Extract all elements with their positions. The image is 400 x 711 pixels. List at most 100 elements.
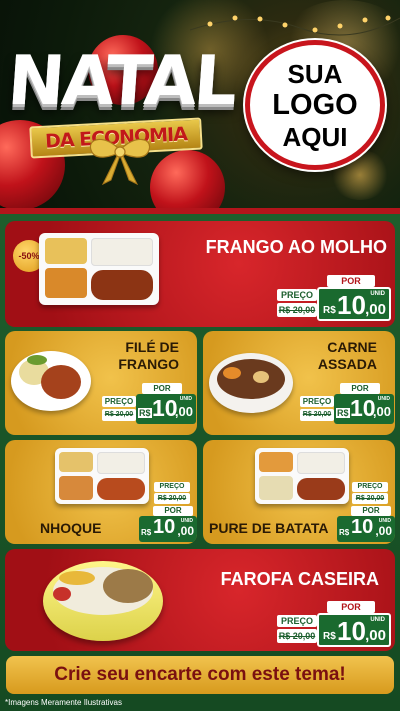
price-tag-old: PREÇO R$ 20,00 — [150, 478, 194, 506]
title-natal: NATAL — [5, 42, 238, 121]
price-tag: POR PREÇO R$ 20,00 R$ 10 UNID ,00 — [298, 383, 394, 427]
por-label: POR — [351, 506, 391, 516]
food-image — [39, 233, 159, 305]
logo-line: LOGO — [272, 88, 358, 121]
logo-line: SUA — [287, 58, 343, 89]
product-name: FRANGO AO MOLHO — [205, 237, 387, 257]
food-image — [43, 561, 163, 641]
food-puree — [259, 476, 293, 500]
product-name-line: CARNE — [327, 339, 377, 355]
gold-bow-icon — [89, 138, 151, 186]
old-price: R$ 20,00 — [277, 629, 317, 643]
price-tag-old: PREÇO R$ 20,00 — [348, 478, 392, 506]
product-card-pure-de-batata[interactable]: PREÇO R$ 20,00 PURE DE BATATA POR R$ 10 … — [203, 440, 395, 544]
food-side — [59, 452, 93, 472]
por-label: POR — [327, 275, 375, 287]
unit: UNID — [370, 617, 385, 623]
price-label: PREÇO — [352, 482, 388, 492]
product-name-line: FRANGO — [118, 356, 179, 372]
old-price: R$ 20,00 — [277, 303, 317, 317]
price-int: 10 — [351, 516, 374, 538]
product-card-nhoque[interactable]: PREÇO R$ 20,00 NHOQUE POR R$ 10 UNID ,00 — [5, 440, 197, 544]
product-name: PURE DE BATATA — [209, 520, 329, 536]
food-beans — [103, 569, 153, 603]
food-chicken — [91, 270, 153, 300]
currency: R$ — [141, 528, 152, 537]
price-dec: ,00 — [375, 524, 392, 538]
currency: R$ — [138, 408, 152, 418]
new-price-box: R$ 10 UNID ,00 — [317, 613, 391, 647]
food-rice — [91, 238, 153, 266]
food-corn — [59, 571, 95, 585]
cta-banner[interactable]: Crie seu encarte com este tema! — [6, 656, 394, 694]
ornament-ball — [150, 150, 225, 212]
price-tag: POR PREÇO R$ 20,00 R$ 10 UNID ,00 — [100, 383, 196, 427]
product-card-frango-ao-molho[interactable]: -50% FRANGO AO MOLHO POR PREÇO R$ 20,00 … — [5, 221, 395, 327]
food-chicken — [41, 365, 81, 399]
por-label: POR — [153, 506, 193, 516]
currency: R$ — [336, 408, 350, 418]
old-price: R$ 20,00 — [352, 493, 388, 504]
unit: UNID — [370, 291, 385, 297]
currency: R$ — [323, 305, 336, 316]
price-dec: ,00 — [365, 627, 386, 644]
food-side — [259, 452, 293, 472]
product-name: NHOQUE — [40, 520, 102, 536]
por-label: POR — [340, 383, 380, 394]
currency: R$ — [323, 631, 336, 642]
price-tag: POR PREÇO R$ 20,00 R$ 10 UNID ,00 — [275, 599, 393, 649]
price-int: 10 — [350, 395, 376, 421]
price-tag: POR R$ 10 UNID ,00 — [337, 506, 395, 542]
price-dec: ,00 — [174, 404, 193, 419]
product-name: FILÉ DE FRANGO — [118, 339, 179, 373]
food-gnocchi — [97, 478, 145, 500]
unit: UNID — [377, 396, 390, 402]
por-label: POR — [327, 601, 375, 613]
new-price-box: R$ 10 UNID ,00 — [139, 516, 197, 542]
product-name: CARNE ASSADA — [318, 339, 377, 373]
logo-line: AQUI — [282, 121, 348, 152]
food-meat — [217, 359, 285, 399]
price-int: 10 — [337, 290, 366, 320]
food-image — [255, 448, 349, 504]
new-price-box: R$ 10 UNID ,00 — [337, 516, 395, 542]
price-dec: ,00 — [177, 524, 194, 538]
price-label: PREÇO — [154, 482, 190, 492]
logo-placeholder[interactable]: SUA LOGO AQUI — [245, 40, 385, 170]
product-name-line: ASSADA — [317, 356, 377, 372]
new-price-box: R$ 10 UNID ,00 — [334, 394, 394, 424]
food-rice — [297, 452, 345, 474]
food-meat — [297, 478, 345, 500]
new-price-box: R$ 10 UNID ,00 — [136, 394, 196, 424]
price-int: 10 — [337, 616, 366, 646]
product-name-line: FILÉ DE — [125, 339, 179, 355]
red-divider — [0, 208, 400, 214]
food-rice-yellow — [45, 238, 87, 264]
hero-header: NATAL DA ECONOMIA SUA LOGO AQUI — [0, 0, 400, 212]
product-card-file-de-frango[interactable]: FILÉ DE FRANGO POR PREÇO R$ 20,00 R$ 10 … — [5, 331, 197, 435]
product-card-farofa-caseira[interactable]: FAROFA CASEIRA POR PREÇO R$ 20,00 R$ 10 … — [5, 549, 395, 651]
price-label: PREÇO — [102, 396, 136, 407]
footnote: *Imagens Meramente Ilustrativas — [5, 698, 122, 707]
food-potato — [253, 371, 269, 383]
food-rice — [97, 452, 145, 474]
food-image — [209, 353, 293, 413]
price-tag: POR R$ 10 UNID ,00 — [139, 506, 197, 542]
price-dec: ,00 — [365, 301, 386, 318]
old-price: R$ 20,00 — [102, 409, 136, 421]
price-tag: POR PREÇO R$ 20,00 R$ 10 UNID ,00 — [275, 273, 393, 323]
price-int: 10 — [152, 395, 178, 421]
food-greens — [27, 355, 47, 365]
cta-text: Crie seu encarte com este tema! — [54, 664, 346, 685]
price-label: PREÇO — [300, 396, 334, 407]
price-int: 10 — [153, 516, 176, 538]
currency: R$ — [339, 528, 350, 537]
food-carrot — [223, 367, 241, 379]
product-name: FAROFA CASEIRA — [220, 569, 379, 589]
product-card-carne-assada[interactable]: CARNE ASSADA POR PREÇO R$ 20,00 R$ 10 UN… — [203, 331, 395, 435]
price-label: PREÇO — [277, 615, 317, 627]
por-label: POR — [142, 383, 182, 394]
new-price-box: R$ 10 UNID ,00 — [317, 287, 391, 321]
unit: UNID — [179, 396, 192, 402]
food-side — [59, 476, 93, 500]
